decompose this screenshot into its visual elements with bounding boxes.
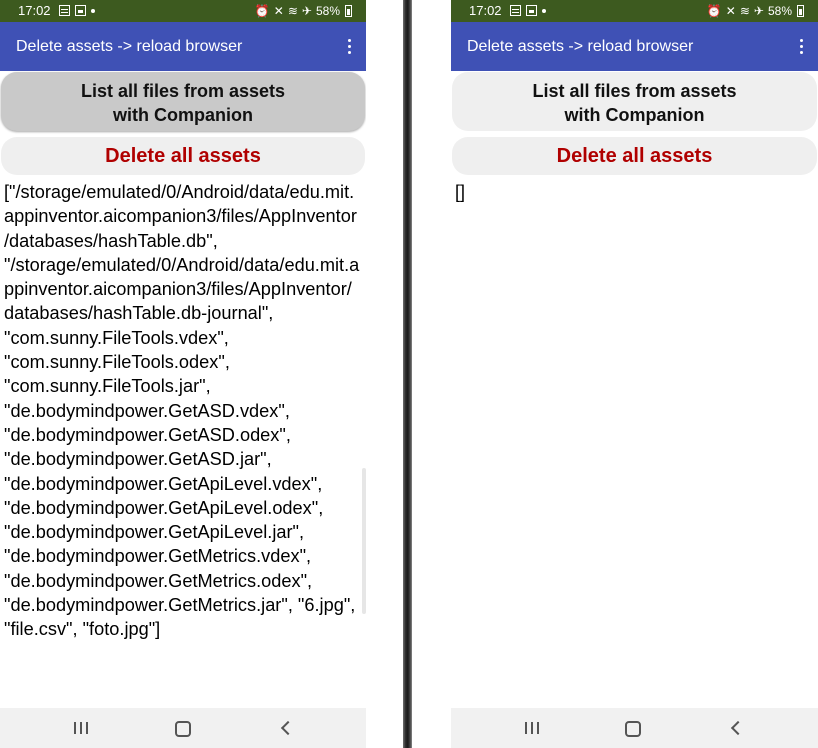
phone-screen-before: 17:02 ⏰ ✕ ≋ ✈ 58% Delete assets -> reloa… xyxy=(0,0,366,748)
battery-icon xyxy=(345,5,352,17)
overflow-menu-icon[interactable] xyxy=(348,39,352,55)
phone-screen-after: 17:02 ⏰ ✕ ≋ ✈ 58% Delete assets -> reloa… xyxy=(451,0,818,748)
list-files-button[interactable]: List all files from assets with Companio… xyxy=(452,72,817,131)
notification-gallery-icon xyxy=(75,5,86,16)
delete-assets-button[interactable]: Delete all assets xyxy=(1,137,365,175)
result-label: ["/storage/emulated/0/Android/data/edu.m… xyxy=(4,182,361,640)
divider-bar xyxy=(403,0,412,748)
notification-icons xyxy=(59,5,95,16)
delete-assets-button[interactable]: Delete all assets xyxy=(452,137,817,175)
mute-icon: ✕ xyxy=(725,4,736,18)
recent-apps-icon[interactable] xyxy=(525,722,539,734)
app-bar: Delete assets -> reload browser xyxy=(451,22,818,71)
status-bar: 17:02 ⏰ ✕ ≋ ✈ 58% xyxy=(0,0,366,22)
notification-dot-icon xyxy=(91,9,95,13)
wifi-icon: ≋ xyxy=(739,4,750,18)
overflow-menu-icon[interactable] xyxy=(800,39,804,55)
status-time: 17:02 xyxy=(18,3,51,18)
notification-table-icon xyxy=(59,5,70,16)
battery-level: 58% xyxy=(767,4,792,18)
recent-apps-icon[interactable] xyxy=(74,722,88,734)
status-system-icons: ⏰ ✕ ≋ ✈ 58% xyxy=(707,0,804,22)
back-icon[interactable] xyxy=(730,720,740,736)
app-bar: Delete assets -> reload browser xyxy=(0,22,366,71)
wifi-icon: ≋ xyxy=(287,4,298,18)
navigation-bar xyxy=(0,708,366,748)
alarm-icon: ⏰ xyxy=(254,4,270,18)
status-bar: 17:02 ⏰ ✕ ≋ ✈ 58% xyxy=(451,0,818,22)
app-title: Delete assets -> reload browser xyxy=(16,38,243,55)
split-divider xyxy=(366,0,450,748)
status-time: 17:02 xyxy=(469,3,502,18)
navigation-bar xyxy=(451,708,818,748)
home-icon[interactable] xyxy=(175,721,191,737)
notification-gallery-icon xyxy=(526,5,537,16)
app-title: Delete assets -> reload browser xyxy=(467,38,694,55)
notification-dot-icon xyxy=(542,9,546,13)
notification-icons xyxy=(510,5,546,16)
airplane-icon: ✈ xyxy=(753,4,764,18)
status-system-icons: ⏰ ✕ ≋ ✈ 58% xyxy=(255,0,352,22)
alarm-icon: ⏰ xyxy=(706,4,722,18)
result-label: [] xyxy=(455,182,466,202)
battery-icon xyxy=(797,5,804,17)
back-icon[interactable] xyxy=(280,720,290,736)
mute-icon: ✕ xyxy=(273,4,284,18)
notification-table-icon xyxy=(510,5,521,16)
battery-level: 58% xyxy=(315,4,340,18)
home-icon[interactable] xyxy=(625,721,641,737)
airplane-icon: ✈ xyxy=(301,4,312,18)
list-files-button[interactable]: List all files from assets with Companio… xyxy=(1,72,365,131)
